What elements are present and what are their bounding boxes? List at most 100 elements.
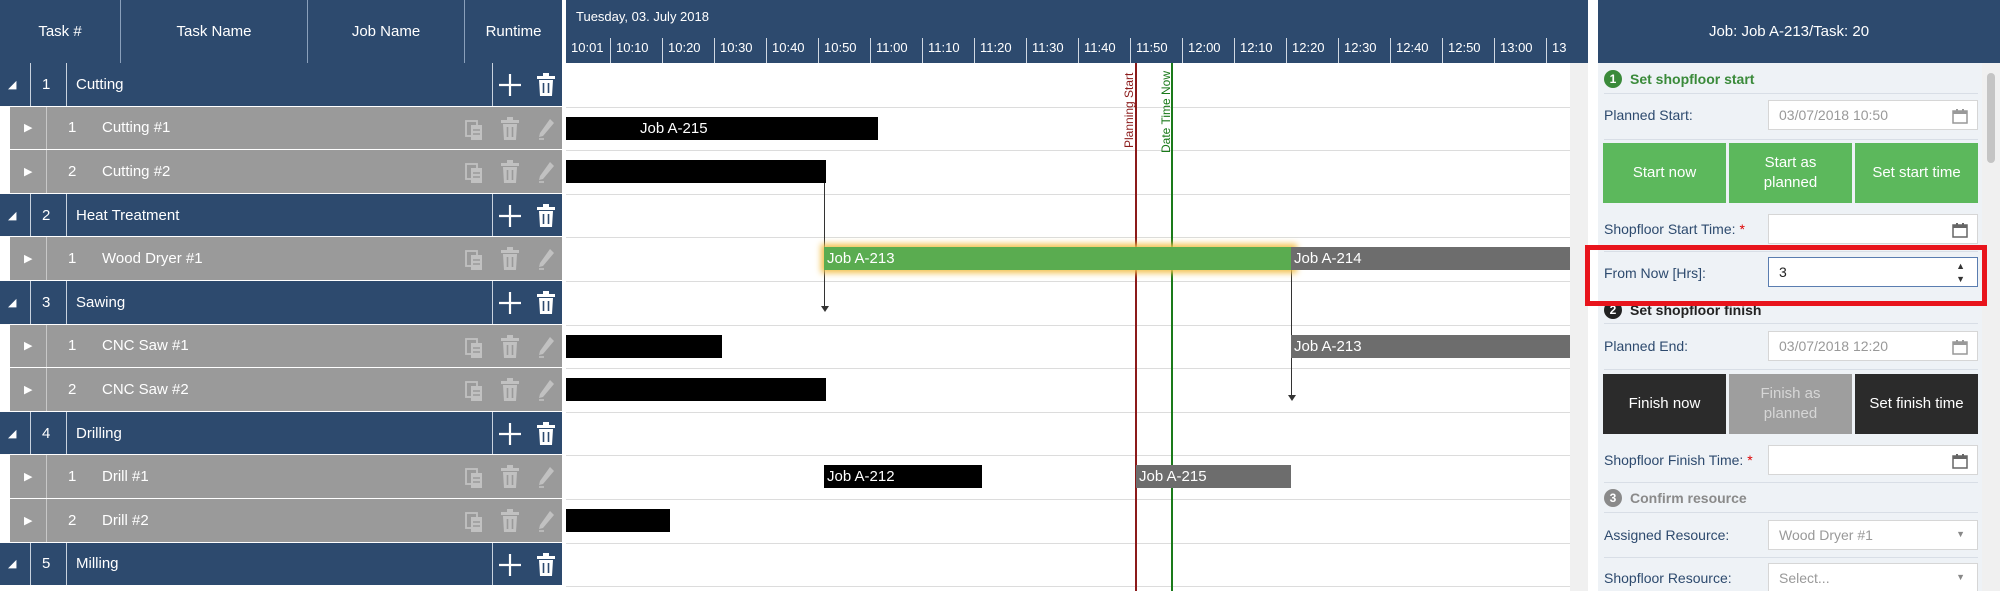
expand-triangle-icon[interactable]: ▶ — [24, 150, 32, 193]
time-tick: 10:40 — [766, 38, 818, 63]
copy-icon[interactable] — [458, 331, 490, 363]
trash-icon[interactable] — [494, 505, 526, 537]
chevron-down-icon: ▼ — [1956, 529, 1965, 539]
expand-triangle-icon[interactable]: ▶ — [24, 107, 32, 150]
gantt-bar[interactable]: Job A-213 — [1291, 334, 1570, 358]
expand-triangle-icon[interactable]: ▶ — [24, 237, 32, 280]
header-task-name[interactable]: Task Name — [121, 0, 308, 63]
resource-row[interactable]: ▶ 1 Drill #1 — [10, 455, 562, 499]
set-start-time-button[interactable]: Set start time — [1855, 143, 1978, 203]
gantt-bar[interactable]: Job A-212 — [824, 465, 982, 489]
start-now-button[interactable]: Start now — [1603, 143, 1726, 203]
shopfloor-finish-time-input[interactable] — [1768, 445, 1978, 475]
gantt-bar[interactable] — [566, 378, 826, 402]
from-now-value: 3 — [1779, 264, 1787, 280]
resource-row[interactable]: ▶ 1 Cutting #1 — [10, 106, 562, 151]
copy-icon[interactable] — [458, 461, 490, 493]
expand-triangle-icon[interactable]: ▶ — [24, 455, 32, 498]
resource-group-row[interactable]: ◢ 5 Milling — [0, 542, 562, 587]
header-runtime[interactable]: Runtime — [465, 0, 562, 63]
resource-row[interactable]: ▶ 2 CNC Saw #2 — [10, 368, 562, 412]
resource-group-row[interactable]: ◢ 2 Heat Treatment — [0, 193, 562, 238]
collapse-triangle-icon[interactable]: ◢ — [8, 543, 16, 586]
gantt-bar[interactable]: Job A-215 — [566, 116, 878, 140]
chevron-down-icon[interactable]: ▼ — [1956, 572, 1965, 582]
calendar-icon[interactable] — [1952, 222, 1968, 241]
shopfloor-resource-select[interactable]: Select... ▼ — [1768, 563, 1978, 591]
trash-icon[interactable] — [494, 374, 526, 406]
header-job-name[interactable]: Job Name — [308, 0, 465, 63]
scrollbar-thumb[interactable] — [1987, 73, 1995, 163]
trash-icon[interactable] — [494, 461, 526, 493]
planning-start-label: Planning Start — [1122, 72, 1136, 148]
resource-row[interactable]: ▶ 1 Wood Dryer #1 — [10, 237, 562, 281]
trash-icon[interactable] — [530, 200, 562, 232]
shopfloor-resource-label: Shopfloor Resource: — [1604, 570, 1732, 586]
finish-as-planned-button[interactable]: Finish as planned — [1729, 374, 1852, 434]
trash-icon[interactable] — [530, 287, 562, 319]
add-icon[interactable] — [494, 287, 526, 319]
expand-triangle-icon[interactable]: ▶ — [24, 499, 32, 542]
start-as-planned-button[interactable]: Start as planned — [1729, 143, 1852, 203]
spinner-up-icon[interactable]: ▲ — [1956, 261, 1965, 271]
finish-now-button[interactable]: Finish now — [1603, 374, 1726, 434]
gantt-bar[interactable]: Job A-214 — [1291, 247, 1570, 271]
copy-icon[interactable] — [458, 113, 490, 145]
header-task-num[interactable]: Task # — [0, 0, 121, 63]
resource-group-row[interactable]: ◢ 1 Cutting — [0, 63, 562, 107]
collapse-triangle-icon[interactable]: ◢ — [8, 281, 16, 324]
trash-icon[interactable] — [494, 113, 526, 145]
edit-icon[interactable] — [530, 505, 562, 537]
planned-start-field: 03/07/2018 10:50 — [1768, 100, 1978, 130]
collapse-triangle-icon[interactable]: ◢ — [8, 412, 16, 455]
edit-icon[interactable] — [530, 461, 562, 493]
collapse-triangle-icon[interactable]: ◢ — [8, 63, 16, 106]
resource-row[interactable]: ▶ 1 CNC Saw #1 — [10, 324, 562, 369]
trash-icon[interactable] — [494, 156, 526, 188]
from-now-input[interactable]: 3 ▲ ▼ — [1768, 257, 1978, 287]
time-tick: 12:20 — [1286, 38, 1338, 63]
panel-scrollbar[interactable] — [1982, 63, 2000, 591]
divider — [1604, 482, 1978, 483]
edit-icon[interactable] — [530, 331, 562, 363]
row-name: Wood Dryer #1 — [102, 250, 203, 268]
copy-icon[interactable] — [458, 156, 490, 188]
resource-row[interactable]: ▶ 2 Cutting #2 — [10, 150, 562, 194]
gantt-bar[interactable] — [566, 509, 670, 532]
expand-triangle-icon[interactable]: ▶ — [24, 325, 32, 368]
copy-icon[interactable] — [458, 243, 490, 275]
row-number: 5 — [42, 555, 51, 573]
gantt-scrollbar[interactable] — [1570, 63, 1588, 591]
gantt-bar[interactable]: Job A-215 — [1136, 465, 1291, 489]
edit-icon[interactable] — [530, 156, 562, 188]
trash-icon[interactable] — [494, 243, 526, 275]
gantt-bar[interactable] — [566, 334, 722, 358]
copy-icon[interactable] — [458, 374, 490, 406]
gantt-bar[interactable] — [566, 160, 826, 184]
shopfloor-start-time-input[interactable] — [1768, 214, 1978, 244]
trash-icon[interactable] — [494, 331, 526, 363]
add-icon[interactable] — [494, 69, 526, 101]
add-icon[interactable] — [494, 418, 526, 450]
row-name: Heat Treatment — [76, 206, 180, 224]
trash-icon[interactable] — [530, 549, 562, 581]
resource-group-row[interactable]: ◢ 3 Sawing — [0, 281, 562, 325]
spinner-down-icon[interactable]: ▼ — [1956, 274, 1965, 284]
copy-icon[interactable] — [458, 505, 490, 537]
calendar-icon[interactable] — [1952, 453, 1968, 472]
resource-group-row[interactable]: ◢ 4 Drilling — [0, 411, 562, 456]
edit-icon[interactable] — [530, 374, 562, 406]
collapse-triangle-icon[interactable]: ◢ — [8, 194, 16, 237]
time-tick: 12:00 — [1182, 38, 1234, 63]
trash-icon[interactable] — [530, 69, 562, 101]
add-icon[interactable] — [494, 200, 526, 232]
edit-icon[interactable] — [530, 243, 562, 275]
resource-row[interactable]: ▶ 2 Drill #2 — [10, 499, 562, 543]
set-finish-time-button[interactable]: Set finish time — [1855, 374, 1978, 434]
edit-icon[interactable] — [530, 113, 562, 145]
trash-icon[interactable] — [530, 418, 562, 450]
add-icon[interactable] — [494, 549, 526, 581]
gantt-bar[interactable]: Job A-213 — [824, 247, 1294, 271]
expand-triangle-icon[interactable]: ▶ — [24, 368, 32, 411]
row-gridline — [566, 586, 1570, 588]
